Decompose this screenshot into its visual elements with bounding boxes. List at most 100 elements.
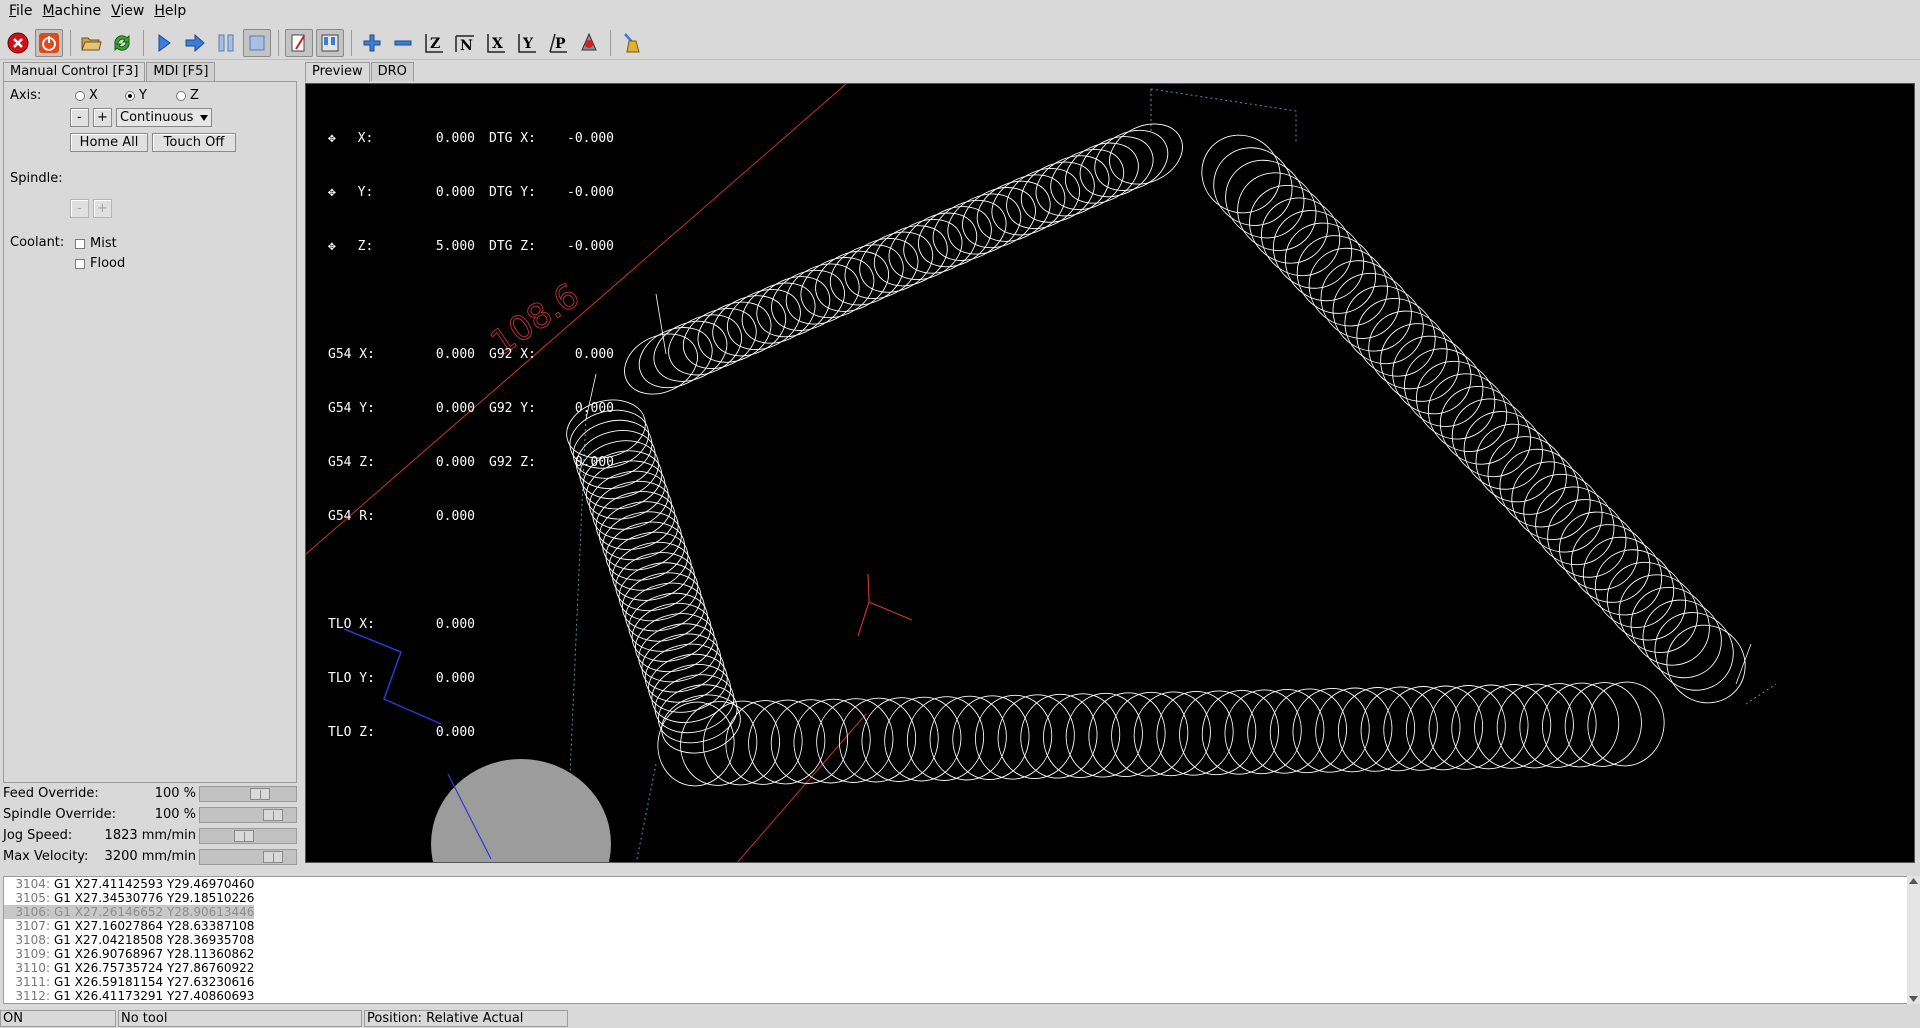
machine-power-button[interactable]	[35, 28, 63, 57]
gcode-line-number: 3107:	[15, 919, 50, 933]
view-z-button[interactable]: Z	[420, 29, 448, 57]
homed-icon: ✥	[328, 185, 336, 200]
gcode-line-text: G1 X26.59181154 Y27.63230616	[54, 975, 255, 989]
toolbar-separator	[278, 29, 279, 56]
gcode-line[interactable]: 3109: G1 X26.90768967 Y28.11360862	[4, 947, 1909, 961]
tab-dro[interactable]: DRO	[370, 62, 414, 81]
gcode-line-number: 3110:	[15, 961, 50, 975]
toggle-rotation-button[interactable]	[575, 29, 603, 57]
jog-increment-select[interactable]: Continuous	[116, 108, 212, 127]
reload-button[interactable]	[108, 29, 136, 57]
gcode-line-text: G1 X26.75735724 Y27.86760922	[54, 961, 255, 975]
menubar: File Machine View Help	[0, 0, 1920, 22]
slider-thumb[interactable]	[250, 788, 270, 800]
spindle-minus-button[interactable]: -	[70, 199, 89, 218]
tab-preview[interactable]: Preview	[305, 62, 370, 82]
clear-plot-button[interactable]	[617, 29, 645, 57]
gcode-line[interactable]: 3104: G1 X27.41142593 Y29.46970460	[4, 877, 1909, 891]
estop-button[interactable]	[4, 29, 32, 57]
view-y-button[interactable]: Y	[513, 29, 541, 57]
run-button[interactable]	[150, 29, 178, 57]
flood-checkbox[interactable]: Flood	[75, 256, 125, 271]
gcode-line-number: 3112:	[15, 989, 50, 1003]
touch-off-button[interactable]: Touch Off	[152, 133, 236, 152]
tab-mdi[interactable]: MDI [F5]	[146, 62, 216, 81]
zoom-in-button[interactable]	[358, 29, 386, 57]
jog-plus-button[interactable]: +	[93, 108, 112, 127]
tlo-label: TLO Y:	[328, 671, 375, 686]
slider-thumb[interactable]	[263, 851, 283, 863]
toolpath-loop	[1547, 499, 1627, 578]
step-button[interactable]	[181, 29, 209, 57]
gcode-line[interactable]: 3112: G1 X26.41173291 Y27.40860693	[4, 989, 1909, 1003]
offset-value: 0.000	[435, 455, 475, 470]
block-delete-button[interactable]	[285, 28, 313, 57]
slider-thumb[interactable]	[234, 830, 254, 842]
tab-manual-control[interactable]: Manual Control [F3]	[3, 62, 146, 82]
toolpath-loops	[566, 123, 1746, 787]
view-rotated-z-button[interactable]: N	[451, 29, 479, 57]
clear-plot-icon	[624, 32, 640, 52]
svg-text:P: P	[555, 36, 566, 52]
feed-override-slider[interactable]	[199, 786, 297, 802]
view-perspective-icon: P	[549, 33, 567, 53]
stop-button[interactable]	[243, 28, 271, 57]
dro-value: 5.000	[435, 239, 475, 254]
gcode-line[interactable]: 3111: G1 X26.59181154 Y27.63230616	[4, 975, 1909, 989]
offset-value: 0.000	[435, 347, 475, 362]
dro-tlo-row: TLO Y: 0.000	[328, 670, 614, 688]
scroll-down-icon[interactable]	[1909, 996, 1918, 1002]
homed-icon: ✥	[328, 131, 336, 146]
toolpath-preview[interactable]: 108.6 ✥ X: 0.000 DTG X: -0.000 ✥ Y: 0.000 DTG…	[305, 83, 1915, 863]
machine-state: ON	[0, 1009, 116, 1027]
optional-stop-button[interactable]	[316, 28, 344, 57]
gcode-line[interactable]: 3108: G1 X27.04218508 Y28.36935708	[4, 933, 1909, 947]
menu-machine[interactable]: Machine	[37, 3, 106, 19]
slider-thumb[interactable]	[263, 809, 283, 821]
stop-icon	[249, 35, 265, 50]
toolpath-loop	[1392, 335, 1472, 415]
run-icon	[158, 33, 171, 52]
mist-label: Mist	[90, 236, 117, 251]
spindle-plus-button[interactable]: +	[93, 199, 112, 218]
toolpath-loop	[1606, 561, 1687, 641]
max-velocity-slider[interactable]	[199, 849, 297, 865]
gcode-line[interactable]: 3110: G1 X26.75735724 Y27.86760922	[4, 961, 1909, 975]
gcode-line[interactable]: 3107: G1 X27.16027864 Y28.63387108	[4, 919, 1909, 933]
toolpath-loop	[1594, 549, 1675, 628]
view-x-button[interactable]: X	[482, 29, 510, 57]
scroll-up-icon[interactable]	[1909, 878, 1918, 884]
toolpath-loop	[1201, 134, 1281, 214]
home-all-button[interactable]: Home All	[70, 133, 148, 152]
menu-help[interactable]: Help	[149, 3, 191, 19]
gcode-listing[interactable]: 3104: G1 X27.41142593 Y29.46970460 3105: G1…	[3, 876, 1910, 1004]
jog-minus-button[interactable]: -	[70, 108, 89, 127]
view-perspective-button[interactable]: P	[544, 29, 572, 57]
dro-offset-row: G54 Z: 0.000 G92 Z: 0.000	[328, 454, 614, 472]
axis-radio-x[interactable]: X	[75, 88, 98, 103]
toolpath-loop	[1427, 373, 1508, 452]
offset-label: G54 Y:	[328, 401, 375, 416]
toolpath-loop	[1570, 524, 1651, 603]
tlo-label: TLO X:	[328, 617, 375, 632]
gcode-line[interactable]: 3105: G1 X27.34530776 Y29.18510226	[4, 891, 1909, 905]
dro-value: 0.000	[435, 131, 475, 146]
menu-view[interactable]: View	[106, 3, 149, 19]
mist-checkbox[interactable]: Mist	[75, 236, 117, 251]
pause-button[interactable]	[212, 29, 240, 57]
gcode-scrollbar[interactable]	[1907, 876, 1920, 1004]
svg-text:Z: Z	[430, 36, 440, 52]
toolpath-loop	[1666, 624, 1746, 704]
scrollbar-arrows	[1909, 878, 1918, 1002]
zoom-out-button[interactable]	[389, 29, 417, 57]
axis-radio-z[interactable]: Z	[176, 88, 199, 103]
gcode-line[interactable]: 3106: G1 X27.26146652 Y28.90613446	[4, 905, 1909, 919]
spindle-override-slider[interactable]	[199, 807, 297, 823]
toolpath-loop	[1380, 323, 1460, 402]
axis-radio-y[interactable]: Y	[125, 88, 147, 103]
open-file-button[interactable]	[77, 29, 105, 57]
menu-file[interactable]: File	[4, 3, 37, 19]
max-velocity-label: Max Velocity:	[3, 849, 89, 864]
jog-speed-slider[interactable]	[199, 828, 297, 844]
dro-axis: Y:	[357, 185, 374, 200]
